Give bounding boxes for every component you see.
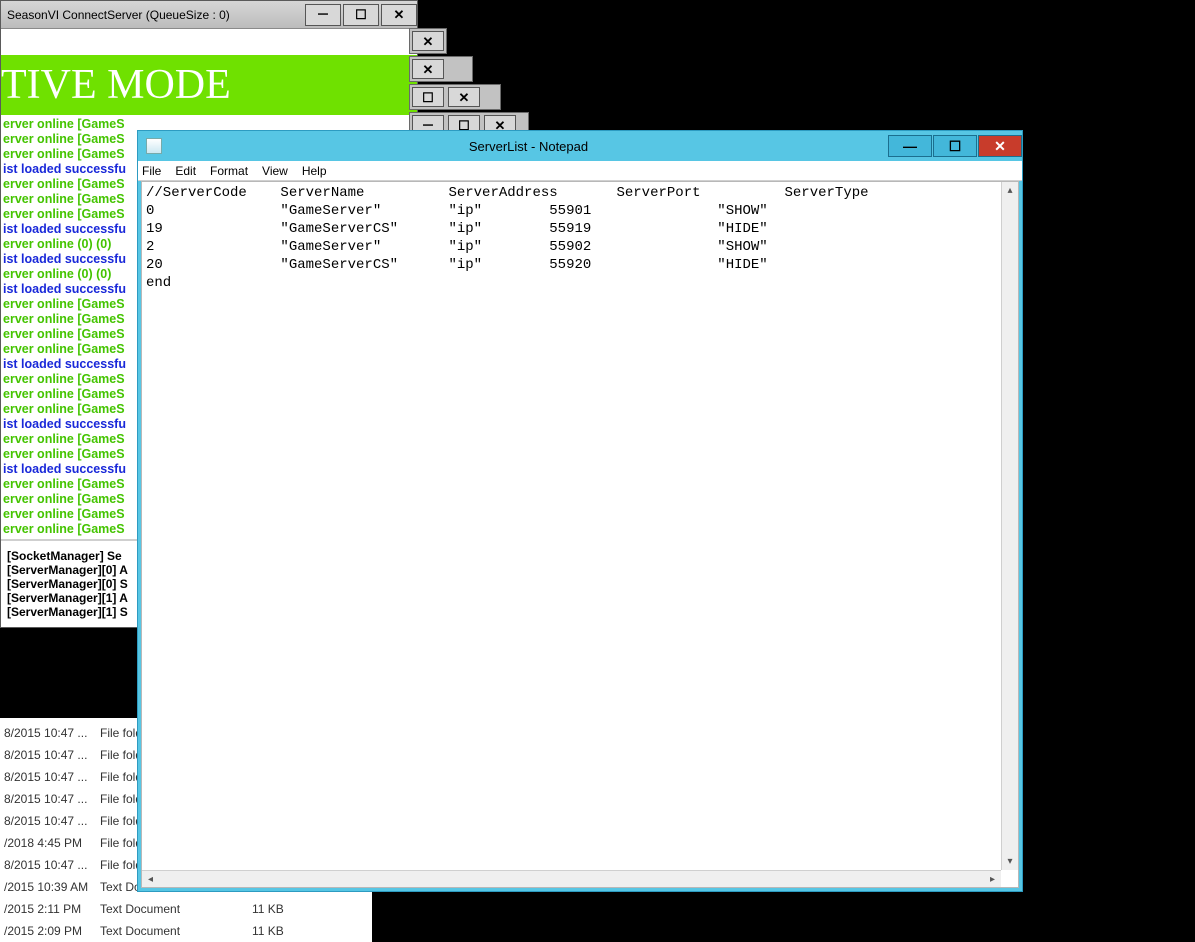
file-date: /2015 10:39 AM bbox=[4, 880, 100, 894]
file-size: 11 KB bbox=[252, 902, 312, 916]
close-button[interactable]: ✕ bbox=[978, 135, 1022, 157]
background-window-bar-1[interactable]: ✕ bbox=[409, 28, 447, 54]
scroll-down-icon[interactable]: ▾ bbox=[1002, 853, 1019, 870]
notepad-title: ServerList - Notepad bbox=[170, 139, 887, 154]
minimize-button[interactable]: — bbox=[888, 135, 932, 157]
scroll-left-icon[interactable]: ◂ bbox=[142, 871, 159, 888]
file-row[interactable]: /2015 2:09 PMText Document11 KB bbox=[0, 920, 372, 942]
file-date: 8/2015 10:47 ... bbox=[4, 858, 100, 872]
maximize-button[interactable]: ☐ bbox=[933, 135, 977, 157]
menu-view[interactable]: View bbox=[262, 164, 288, 178]
close-icon[interactable]: ✕ bbox=[448, 87, 480, 107]
menu-file[interactable]: File bbox=[142, 164, 161, 178]
file-row[interactable]: /2015 2:11 PMText Document11 KB bbox=[0, 898, 372, 920]
maximize-button[interactable]: ☐ bbox=[343, 4, 379, 26]
file-date: 8/2015 10:47 ... bbox=[4, 726, 100, 740]
menu-format[interactable]: Format bbox=[210, 164, 248, 178]
file-date: 8/2015 10:47 ... bbox=[4, 770, 100, 784]
vertical-scrollbar[interactable]: ▴ ▾ bbox=[1001, 182, 1018, 870]
scroll-up-icon[interactable]: ▴ bbox=[1002, 182, 1019, 199]
horizontal-scrollbar[interactable]: ◂ ▸ bbox=[142, 870, 1001, 887]
menu-edit[interactable]: Edit bbox=[175, 164, 196, 178]
background-window-bar-2[interactable]: ✕ bbox=[409, 56, 473, 82]
file-type: Text Document bbox=[100, 924, 252, 938]
maximize-icon[interactable]: ☐ bbox=[412, 87, 444, 107]
connectserver-toolbar-spacer bbox=[1, 29, 417, 55]
connectserver-title: SeasonVI ConnectServer (QueueSize : 0) bbox=[7, 8, 303, 22]
close-icon[interactable]: ✕ bbox=[412, 31, 444, 51]
file-size: 11 KB bbox=[252, 924, 312, 938]
close-button[interactable]: ✕ bbox=[381, 4, 417, 26]
file-type: Text Document bbox=[100, 902, 252, 916]
menu-help[interactable]: Help bbox=[302, 164, 327, 178]
notepad-text-area[interactable]: //ServerCode ServerName ServerAddress Se… bbox=[141, 181, 1019, 888]
file-date: 8/2015 10:47 ... bbox=[4, 748, 100, 762]
file-date: 8/2015 10:47 ... bbox=[4, 792, 100, 806]
notepad-titlebar[interactable]: ServerList - Notepad — ☐ ✕ bbox=[138, 131, 1022, 161]
notepad-icon bbox=[146, 138, 162, 154]
file-date: /2015 2:11 PM bbox=[4, 902, 100, 916]
notepad-window: ServerList - Notepad — ☐ ✕ File Edit For… bbox=[137, 130, 1023, 892]
background-window-bar-3[interactable]: ☐ ✕ bbox=[409, 84, 501, 110]
file-date: /2015 2:09 PM bbox=[4, 924, 100, 938]
file-date: 8/2015 10:47 ... bbox=[4, 814, 100, 828]
connectserver-mode-banner: TIVE MODE bbox=[1, 55, 417, 115]
close-icon[interactable]: ✕ bbox=[412, 59, 444, 79]
minimize-button[interactable]: － bbox=[305, 4, 341, 26]
notepad-menubar[interactable]: File Edit Format View Help bbox=[138, 161, 1022, 181]
connectserver-titlebar[interactable]: SeasonVI ConnectServer (QueueSize : 0) －… bbox=[1, 1, 417, 29]
file-date: /2018 4:45 PM bbox=[4, 836, 100, 850]
scroll-right-icon[interactable]: ▸ bbox=[984, 871, 1001, 888]
